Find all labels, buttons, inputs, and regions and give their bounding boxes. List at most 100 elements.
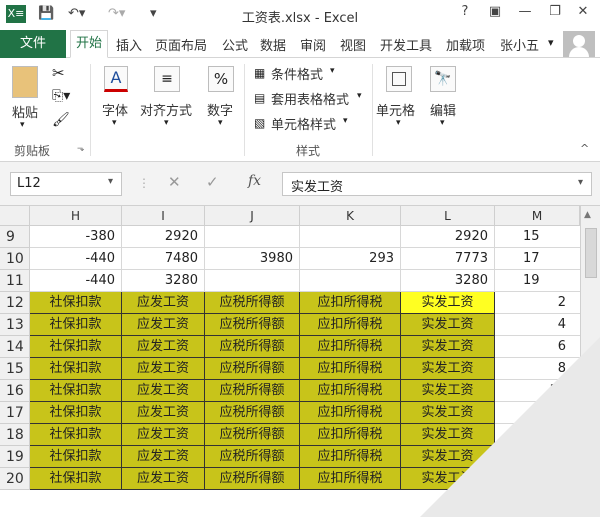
grid-cell[interactable]: 应发工资 <box>122 380 205 402</box>
col-header-m[interactable]: M <box>495 206 580 226</box>
name-box[interactable]: L12 <box>10 172 122 196</box>
grid-cell[interactable]: 社保扣款 <box>30 402 122 424</box>
row-header[interactable]: 14 <box>0 336 30 358</box>
collapse-ribbon-icon[interactable]: ^ <box>580 142 589 155</box>
grid-cell[interactable]: 应发工资 <box>122 336 205 358</box>
grid-cell[interactable] <box>205 226 300 248</box>
grid-cell[interactable]: 应扣所得税 <box>300 424 401 446</box>
format-as-table-dropdown-icon[interactable]: ▾ <box>357 91 362 101</box>
editing-button[interactable]: 编辑 <box>430 100 456 119</box>
grid-cell[interactable]: 7480 <box>122 248 205 270</box>
row-header[interactable]: 16 <box>0 380 30 402</box>
grid-cell[interactable]: 应扣所得税 <box>300 292 401 314</box>
paste-icon[interactable] <box>12 66 38 98</box>
cells-icon[interactable] <box>386 66 412 92</box>
row-header[interactable]: 12 <box>0 292 30 314</box>
tab-formulas[interactable]: 公式 <box>222 35 248 54</box>
grid-cell[interactable]: 应发工资 <box>122 424 205 446</box>
grid-cell[interactable]: 17 <box>495 248 580 270</box>
grid-cell[interactable]: 2920 <box>401 226 495 248</box>
grid-cell[interactable]: 应发工资 <box>122 358 205 380</box>
grid-cell[interactable]: 7773 <box>401 248 495 270</box>
row-header[interactable]: 11 <box>0 270 30 292</box>
name-box-dropdown-icon[interactable]: ▾ <box>108 176 113 187</box>
grid-cell[interactable]: 应发工资 <box>122 402 205 424</box>
cells-dropdown-icon[interactable]: ▾ <box>396 118 401 128</box>
grid-cell[interactable]: 应税所得额 <box>205 358 300 380</box>
insert-function-icon[interactable]: fx <box>248 173 261 189</box>
grid-cell[interactable]: 社保扣款 <box>30 446 122 468</box>
grid-cell[interactable]: 应扣所得税 <box>300 468 401 490</box>
cell-styles-button[interactable]: 单元格样式 <box>271 114 336 133</box>
grid-cell[interactable]: 3280 <box>401 270 495 292</box>
row-header[interactable]: 18 <box>0 424 30 446</box>
grid-cell[interactable]: 应扣所得税 <box>300 380 401 402</box>
alignment-button[interactable]: 对齐方式 <box>140 100 192 119</box>
grid-cell[interactable]: 社保扣款 <box>30 468 122 490</box>
tab-addins[interactable]: 加载项 <box>446 35 485 54</box>
paste-button[interactable]: 粘贴 <box>12 102 38 121</box>
grid-cell[interactable]: 应发工资 <box>122 292 205 314</box>
grid-cell[interactable]: -440 <box>30 270 122 292</box>
number-dropdown-icon[interactable]: ▾ <box>218 118 223 128</box>
row-header[interactable]: 10 <box>0 248 30 270</box>
grid-cell[interactable] <box>300 270 401 292</box>
grid-cell[interactable]: 应税所得额 <box>205 336 300 358</box>
col-header-l[interactable]: L <box>401 206 495 226</box>
formula-input[interactable]: 实发工资 <box>282 172 592 196</box>
grid-cell[interactable]: 2 <box>495 292 580 314</box>
grid-cell[interactable]: 应扣所得税 <box>300 402 401 424</box>
grid-cell[interactable]: 社保扣款 <box>30 314 122 336</box>
grid-cell[interactable]: 应扣所得税 <box>300 314 401 336</box>
binoculars-icon[interactable]: 🔭 <box>430 66 456 92</box>
col-header-i[interactable]: I <box>122 206 205 226</box>
grid-cell[interactable]: 3280 <box>122 270 205 292</box>
tab-insert[interactable]: 插入 <box>116 35 142 54</box>
grid-cell[interactable]: 应税所得额 <box>205 402 300 424</box>
expand-formula-bar-icon[interactable]: ▾ <box>578 177 583 188</box>
editing-dropdown-icon[interactable]: ▾ <box>440 118 445 128</box>
grid-cell[interactable]: 社保扣款 <box>30 336 122 358</box>
grid-cell[interactable]: 应发工资 <box>122 314 205 336</box>
grid-cell[interactable]: 19 <box>495 270 580 292</box>
grid-cell[interactable]: -440 <box>30 248 122 270</box>
grid-cell[interactable]: 应税所得额 <box>205 446 300 468</box>
conditional-format-dropdown-icon[interactable]: ▾ <box>330 66 335 76</box>
copy-icon[interactable]: ⎘▾ <box>52 88 70 104</box>
grid-cell[interactable]: 社保扣款 <box>30 380 122 402</box>
user-dropdown-icon[interactable]: ▾ <box>548 36 554 49</box>
grid-cell[interactable]: 应税所得额 <box>205 292 300 314</box>
row-header[interactable]: 15 <box>0 358 30 380</box>
font-button[interactable]: 字体 <box>102 100 128 119</box>
scroll-up-icon[interactable]: ▲ <box>584 210 591 220</box>
ribbon-display-icon[interactable]: ▣ <box>484 4 506 24</box>
grid-cell[interactable]: 应发工资 <box>122 468 205 490</box>
font-icon[interactable]: A <box>104 66 128 92</box>
format-painter-icon[interactable]: 🖌 <box>52 112 70 128</box>
grid-cell[interactable]: 2920 <box>122 226 205 248</box>
grid-cell[interactable] <box>300 226 401 248</box>
grid-cell[interactable]: -380 <box>30 226 122 248</box>
font-dropdown-icon[interactable]: ▾ <box>112 118 117 128</box>
grid-cell[interactable]: 社保扣款 <box>30 358 122 380</box>
user-name[interactable]: 张小五 <box>500 35 539 54</box>
grid-cell[interactable]: 293 <box>300 248 401 270</box>
format-as-table-button[interactable]: 套用表格格式 <box>271 89 349 108</box>
cut-icon[interactable]: ✂ <box>52 64 65 82</box>
clipboard-launcher-icon[interactable]: ⬎ <box>77 144 85 154</box>
tab-home[interactable]: 开始 <box>70 30 108 58</box>
col-header-j[interactable]: J <box>205 206 300 226</box>
grid-cell[interactable]: 应税所得额 <box>205 314 300 336</box>
percent-icon[interactable]: % <box>208 66 234 92</box>
grid-cell[interactable]: 3980 <box>205 248 300 270</box>
grid-cell[interactable]: 应发工资 <box>122 446 205 468</box>
grid-cell[interactable]: 15 <box>495 226 580 248</box>
tab-page-layout[interactable]: 页面布局 <box>155 35 207 54</box>
select-all-corner[interactable] <box>0 206 30 226</box>
tab-view[interactable]: 视图 <box>340 35 366 54</box>
grid-cell[interactable]: 社保扣款 <box>30 424 122 446</box>
tab-review[interactable]: 审阅 <box>300 35 326 54</box>
grid-cell[interactable]: 社保扣款 <box>30 292 122 314</box>
tab-data[interactable]: 数据 <box>260 35 286 54</box>
close-button[interactable]: ✕ <box>572 4 594 24</box>
